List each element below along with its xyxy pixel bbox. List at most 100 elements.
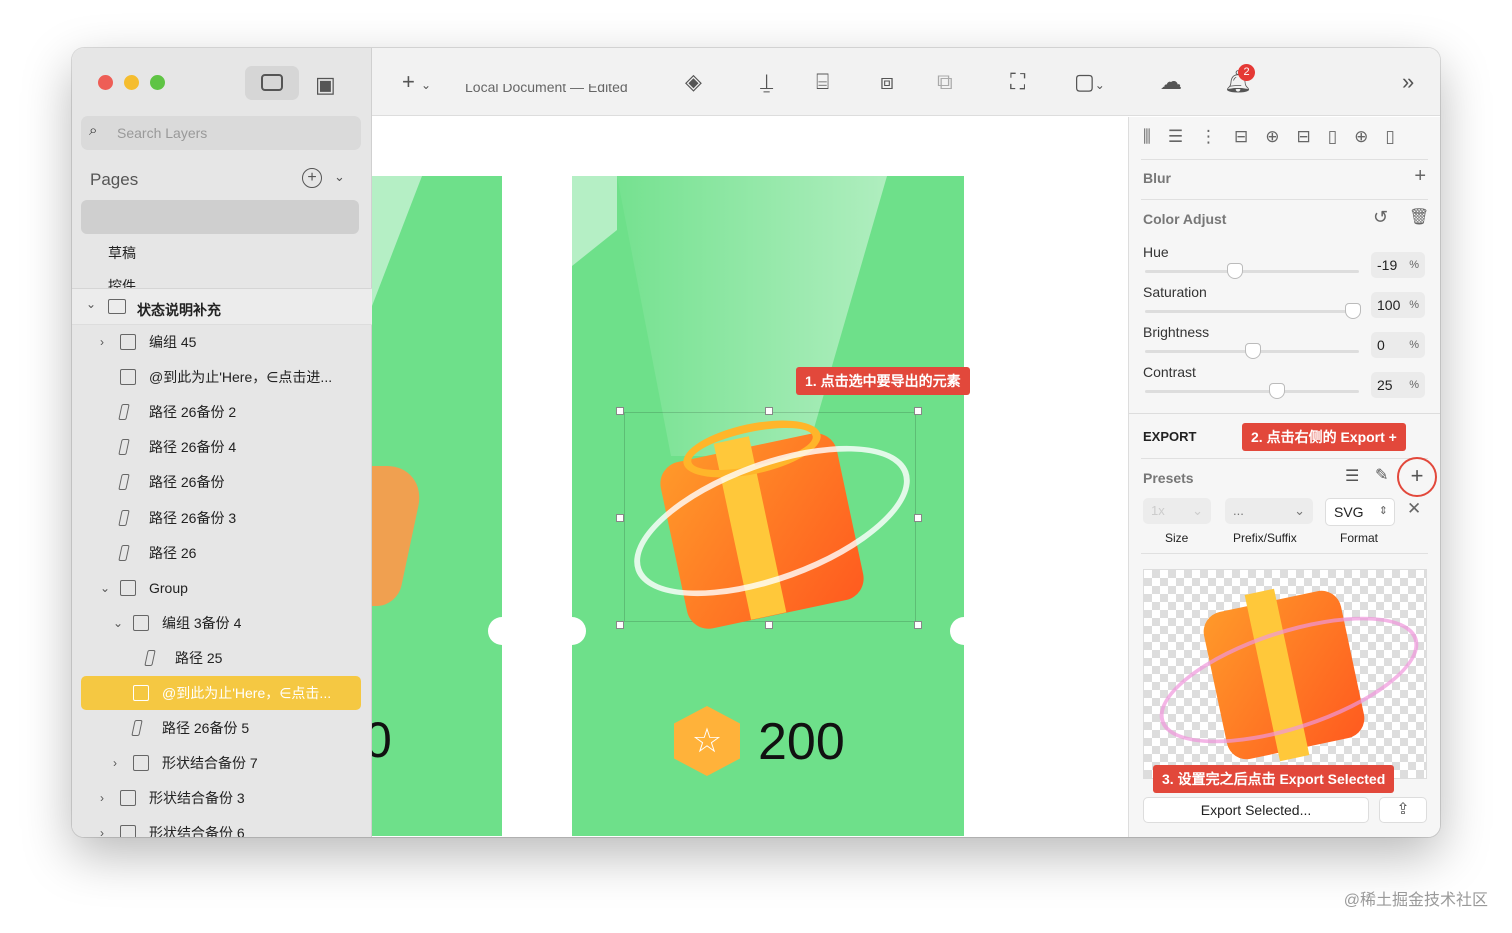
layer-item[interactable]: 路径 25 (72, 641, 372, 675)
grid-view-icon[interactable]: ▣ (315, 72, 336, 98)
distribute-icon[interactable]: ⌸ (816, 70, 829, 94)
remove-preset-button[interactable]: ✕ (1407, 499, 1421, 519)
notch (488, 617, 516, 645)
resize-handle[interactable] (914, 514, 922, 522)
layer-item[interactable]: 路径 26备份 2 (72, 395, 372, 429)
chevron-right-icon[interactable]: › (100, 781, 104, 815)
artboard-left[interactable]: 0 (372, 176, 502, 836)
layer-item[interactable]: 路径 26备份 3 (72, 501, 372, 535)
layer-item[interactable]: @到此为止'Here，∈点击进... (72, 360, 372, 394)
image-icon (120, 369, 136, 386)
slider-knob[interactable] (1227, 263, 1243, 279)
resize-handle[interactable] (914, 621, 922, 629)
brightness-slider[interactable] (1145, 343, 1359, 359)
layer-item[interactable]: 路径 26备份 (72, 465, 372, 499)
artboard-header[interactable]: ⌄ 状态说明补充 (72, 288, 372, 325)
artboard-right[interactable]: ☆ 200 (572, 176, 964, 836)
add-page-button[interactable]: + (302, 168, 322, 188)
layer-label: 路径 26备份 5 (162, 720, 250, 737)
path-icon (131, 720, 143, 737)
layer-item[interactable]: › 形状结合备份 7 (72, 746, 372, 780)
brightness-value-input[interactable]: 0% (1371, 332, 1425, 358)
layer-item[interactable]: 路径 26备份 4 (72, 430, 372, 464)
notch (950, 617, 978, 645)
divider (1141, 199, 1428, 200)
trash-icon[interactable]: 🗑︎ (1409, 207, 1429, 227)
chevron-right-icon[interactable]: › (100, 325, 104, 359)
resize-handle[interactable] (616, 514, 624, 522)
align-bottom-icon[interactable]: ⍊ (760, 70, 773, 94)
highlight-shape (372, 176, 422, 306)
page-item[interactable]: 控件 (108, 276, 136, 288)
contrast-value-input[interactable]: 25% (1371, 372, 1425, 398)
artboard-icon (108, 299, 126, 314)
sliders-icon[interactable]: ☰ (1345, 466, 1359, 486)
add-export-button[interactable]: + (1397, 457, 1437, 497)
cloud-icon[interactable]: ☁ (1160, 70, 1182, 94)
chevron-down-icon[interactable]: ⌄ (113, 606, 123, 640)
prefix-suffix-select[interactable]: ... ⌄ (1225, 498, 1313, 524)
resize-handle[interactable] (765, 407, 773, 415)
page-item[interactable]: 草稿 (108, 243, 136, 263)
zoom-button[interactable] (150, 75, 165, 90)
layer-item[interactable]: 路径 26备份 5 (72, 711, 372, 745)
symbol-icon[interactable]: ◈ (685, 70, 702, 94)
chevron-down-icon[interactable]: ⌄ (334, 169, 345, 185)
export-selected-button[interactable]: Export Selected... (1143, 797, 1369, 823)
layer-item[interactable]: 路径 26 (72, 536, 372, 570)
canvas[interactable]: 0 ☆ 200 1. 点击选中要导出的元素 (372, 117, 1128, 837)
reset-icon[interactable]: ↺ (1373, 207, 1388, 228)
layer-item[interactable]: @到此为止'Here，∈点击... (81, 676, 361, 710)
share-icon[interactable]: ⇪ (1379, 797, 1427, 823)
resize-handle[interactable] (914, 407, 922, 415)
hue-slider[interactable] (1145, 263, 1359, 279)
format-select[interactable]: SVG ⇕ (1325, 498, 1395, 526)
blur-header: Blur (1143, 170, 1171, 186)
slider-knob[interactable] (1345, 303, 1361, 319)
chevron-right-icon[interactable]: › (100, 816, 104, 837)
path-icon (118, 474, 130, 491)
ungroup-icon[interactable]: ⧉ (937, 70, 953, 94)
size-select[interactable]: 1x ⌄ (1143, 498, 1211, 524)
slider-knob[interactable] (1245, 343, 1261, 359)
export-header: EXPORT (1143, 429, 1197, 444)
layer-item[interactable]: ⌄ 编组 3备份 4 (72, 606, 372, 640)
layer-item[interactable]: › 形状结合备份 6 (72, 816, 372, 837)
layer-item[interactable]: › 编组 45 (72, 325, 372, 359)
layer-label: 形状结合备份 6 (149, 825, 245, 837)
alignment-icons[interactable]: ⫼☰⋮⊟⊕⊟▯⊕▯ (1143, 127, 1412, 147)
single-view-button[interactable] (245, 66, 299, 100)
shape-icon (120, 825, 136, 837)
gift-partial (372, 466, 427, 606)
saturation-slider[interactable] (1145, 303, 1361, 319)
pencil-icon[interactable]: ✎ (1375, 465, 1388, 485)
add-blur-button[interactable]: + (1414, 165, 1426, 188)
layer-item[interactable]: ⌄ Group (72, 571, 372, 605)
layer-label: 路径 26备份 (149, 474, 225, 491)
document-title: Local Document — Edited (465, 84, 628, 95)
saturation-value-input[interactable]: 100% (1371, 292, 1425, 318)
more-icon[interactable]: » (1402, 70, 1414, 94)
slider-knob[interactable] (1269, 383, 1285, 399)
search-input[interactable]: ⌕ Search Layers (81, 116, 361, 150)
shape-icon (120, 790, 136, 807)
folder-icon (120, 334, 136, 350)
page-item-current[interactable] (81, 200, 359, 234)
resize-handle[interactable] (765, 621, 773, 629)
contrast-slider[interactable] (1145, 383, 1359, 399)
minimize-button[interactable] (124, 75, 139, 90)
mask-icon[interactable]: ⛶ (1010, 70, 1025, 94)
resize-handle[interactable] (616, 407, 624, 415)
chevron-right-icon[interactable]: › (113, 746, 117, 780)
resize-icon[interactable]: ▢⌄ (1074, 70, 1105, 97)
hue-value-input[interactable]: -19% (1371, 252, 1425, 278)
resize-handle[interactable] (616, 621, 624, 629)
insert-button[interactable]: + ⌄ (402, 70, 431, 97)
slider-label: Contrast (1143, 364, 1196, 380)
format-label: Format (1340, 531, 1379, 545)
points-text: 0 (372, 712, 392, 768)
close-button[interactable] (98, 75, 113, 90)
layer-item[interactable]: › 形状结合备份 3 (72, 781, 372, 815)
chevron-down-icon[interactable]: ⌄ (100, 571, 110, 605)
group-icon[interactable]: ⧈ (880, 70, 894, 94)
